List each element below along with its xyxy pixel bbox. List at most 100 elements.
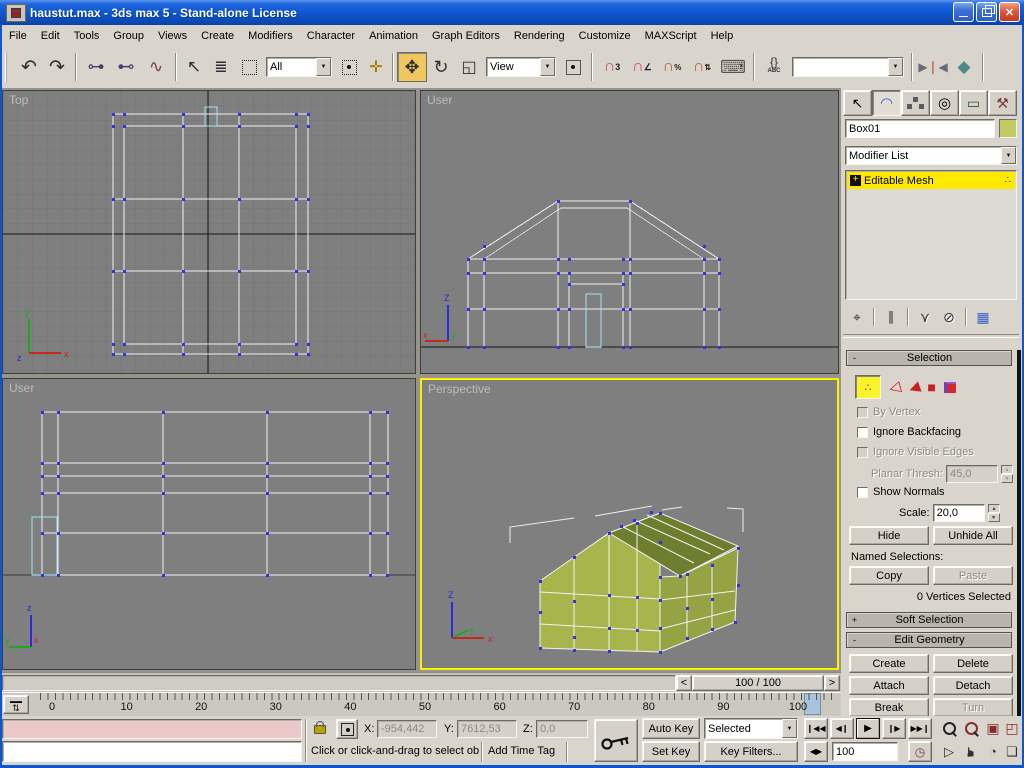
undo-button[interactable]: ↶ bbox=[15, 53, 43, 81]
show-end-result-button[interactable]: ∥ bbox=[879, 307, 903, 327]
absolute-offset-toggle[interactable] bbox=[336, 719, 358, 739]
tab-hierarchy[interactable] bbox=[901, 90, 930, 116]
stack-item-editable-mesh[interactable]: + Editable Mesh ∴ bbox=[847, 172, 1015, 189]
menu-item-modifiers[interactable]: Modifiers bbox=[241, 27, 300, 45]
menu-item-file[interactable]: File bbox=[2, 27, 34, 45]
track-bar[interactable]: ▬▬ ⇅ 0 10 20 30 40 50 60 70 80 90 100 bbox=[0, 692, 841, 718]
y-coordinate-field[interactable]: 7612,53 bbox=[457, 720, 517, 738]
selection-rollout-header[interactable]: - Selection bbox=[846, 350, 1012, 366]
make-unique-button[interactable]: ⋎ bbox=[913, 307, 937, 327]
z-coordinate-field[interactable]: 0,0 bbox=[536, 720, 588, 738]
zoom-extents-button[interactable]: ▣ bbox=[982, 718, 1004, 739]
restore-button[interactable] bbox=[976, 2, 997, 22]
zoom-extents-all-button[interactable]: ◰ bbox=[1002, 718, 1022, 739]
pin-stack-button[interactable]: ⌖ bbox=[845, 307, 869, 327]
edit-geometry-rollout-header[interactable]: - Edit Geometry bbox=[846, 632, 1012, 648]
window-crossing-toggle[interactable] bbox=[335, 53, 363, 81]
use-center-button[interactable] bbox=[559, 53, 587, 81]
object-color-swatch[interactable] bbox=[999, 119, 1017, 138]
add-time-tag[interactable]: Add Time Tag bbox=[488, 745, 555, 757]
key-filters-button[interactable]: Key Filters... bbox=[704, 741, 798, 762]
menu-item-group[interactable]: Group bbox=[106, 27, 151, 45]
unhide-all-button[interactable]: Unhide All bbox=[933, 526, 1013, 545]
selection-lock-toggle[interactable] bbox=[310, 719, 330, 739]
dropdown-arrow-icon[interactable]: ▼ bbox=[888, 58, 903, 76]
dropdown-arrow-icon[interactable]: ▼ bbox=[540, 58, 555, 76]
zoom-all-button[interactable] bbox=[960, 718, 982, 739]
named-selection-sets-dropdown[interactable]: ▼ bbox=[792, 57, 904, 77]
copy-button[interactable]: Copy bbox=[849, 566, 929, 585]
menu-item-views[interactable]: Views bbox=[151, 27, 194, 45]
angle-snap-button[interactable]: ∩ ∠ bbox=[627, 53, 657, 81]
viewport-top[interactable]: Top y x z bbox=[2, 90, 416, 374]
align-button[interactable]: ◆ bbox=[949, 53, 979, 81]
menu-item-customize[interactable]: Customize bbox=[572, 27, 638, 45]
dropdown-arrow-icon[interactable]: ▼ bbox=[316, 58, 331, 76]
percent-snap-button[interactable]: ∩% bbox=[657, 53, 687, 81]
toolbar-handle[interactable] bbox=[5, 52, 12, 82]
time-slider-handle[interactable]: 100 / 100 bbox=[692, 675, 824, 691]
selection-region-button[interactable] bbox=[235, 53, 263, 81]
set-key-button[interactable]: Set Key bbox=[642, 741, 700, 762]
viewport-user-front[interactable]: User Z x y bbox=[420, 90, 839, 374]
bind-to-spacewarp-button[interactable]: ∿ bbox=[141, 53, 171, 81]
menu-item-maxscript[interactable]: MAXScript bbox=[638, 27, 704, 45]
time-slider-next-button[interactable]: > bbox=[824, 675, 840, 691]
planar-thresh-spinner[interactable]: ▼ ▼ bbox=[1000, 465, 1013, 483]
next-frame-button[interactable]: ❙▶ bbox=[882, 718, 906, 739]
dropdown-arrow-icon[interactable]: ▼ bbox=[782, 719, 797, 738]
select-by-name-button[interactable]: ≣ bbox=[207, 53, 235, 81]
expand-icon[interactable]: + bbox=[850, 175, 861, 186]
min-max-toggle-button[interactable]: ❏ bbox=[1002, 741, 1022, 762]
unlink-selection-button[interactable]: ⊷ bbox=[111, 53, 141, 81]
scale-spinner[interactable]: ▼ ▼ bbox=[987, 504, 1000, 522]
configure-modifier-sets-button[interactable]: ▦ bbox=[971, 307, 995, 327]
current-frame-field[interactable]: 100 bbox=[832, 742, 898, 761]
menu-item-create[interactable]: Create bbox=[194, 27, 241, 45]
set-keys-button[interactable] bbox=[594, 719, 638, 762]
dropdown-arrow-icon[interactable]: ▼ bbox=[1001, 147, 1016, 164]
object-name-field[interactable]: Box01 bbox=[845, 119, 995, 138]
create-button[interactable]: Create bbox=[849, 654, 929, 673]
menu-item-animation[interactable]: Animation bbox=[362, 27, 425, 45]
listener-line[interactable] bbox=[2, 741, 302, 762]
select-and-move-button[interactable]: ✥ bbox=[397, 52, 427, 82]
edge-subobject-button[interactable]: ◁ bbox=[887, 377, 903, 397]
tab-create[interactable]: ↖ bbox=[843, 90, 872, 116]
paste-button[interactable]: Paste bbox=[933, 566, 1013, 585]
keyboard-override-button[interactable]: ⌨ bbox=[717, 53, 749, 81]
select-object-button[interactable]: ↖ bbox=[181, 53, 207, 81]
tab-modify[interactable]: ◠ bbox=[872, 90, 901, 116]
menu-item-character[interactable]: Character bbox=[300, 27, 362, 45]
key-mode-toggle-button[interactable]: ◀▶ bbox=[804, 741, 828, 762]
by-vertex-checkbox[interactable] bbox=[857, 406, 868, 418]
x-coordinate-field[interactable]: -954,442 bbox=[377, 720, 437, 738]
key-mode-dropdown[interactable]: Selected ▼ bbox=[704, 718, 798, 739]
auto-key-button[interactable]: Auto Key bbox=[642, 718, 700, 739]
pan-button[interactable]: ☛ bbox=[960, 741, 982, 762]
soft-selection-rollout-header[interactable]: + Soft Selection bbox=[846, 612, 1012, 628]
planar-thresh-field[interactable]: 45,0 bbox=[945, 465, 998, 483]
selection-filter-dropdown[interactable]: All ▼ bbox=[266, 57, 332, 77]
detach-button[interactable]: Detach bbox=[933, 676, 1013, 695]
go-to-start-button[interactable]: ❙◀◀ bbox=[804, 718, 828, 739]
play-button[interactable]: ▶ bbox=[856, 718, 880, 739]
viewport-perspective[interactable]: Perspective Z y x bbox=[420, 378, 839, 670]
menu-item-tools[interactable]: Tools bbox=[67, 27, 107, 45]
select-and-manipulate-button[interactable]: ✛ bbox=[363, 53, 389, 81]
element-subobject-button[interactable] bbox=[943, 381, 956, 393]
menu-item-graph-editors[interactable]: Graph Editors bbox=[425, 27, 507, 45]
ignore-backfacing-checkbox[interactable] bbox=[857, 426, 868, 438]
tab-motion[interactable]: ◎ bbox=[930, 90, 959, 116]
time-configuration-button[interactable]: ◷ bbox=[908, 741, 932, 762]
polygon-subobject-button[interactable]: ■ bbox=[927, 379, 935, 395]
snap-toggle-3d-button[interactable]: ∩ 3 bbox=[597, 53, 627, 81]
delete-button[interactable]: Delete bbox=[933, 654, 1013, 673]
viewport-user-side[interactable]: User z y x bbox=[2, 378, 416, 670]
menu-item-help[interactable]: Help bbox=[704, 27, 741, 45]
panel-scrollbar[interactable] bbox=[1017, 350, 1021, 716]
redo-button[interactable]: ↷ bbox=[43, 53, 71, 81]
ignore-visible-edges-checkbox[interactable] bbox=[857, 446, 868, 458]
go-to-end-button[interactable]: ▶▶❙ bbox=[908, 718, 932, 739]
previous-frame-button[interactable]: ◀❙ bbox=[830, 718, 854, 739]
